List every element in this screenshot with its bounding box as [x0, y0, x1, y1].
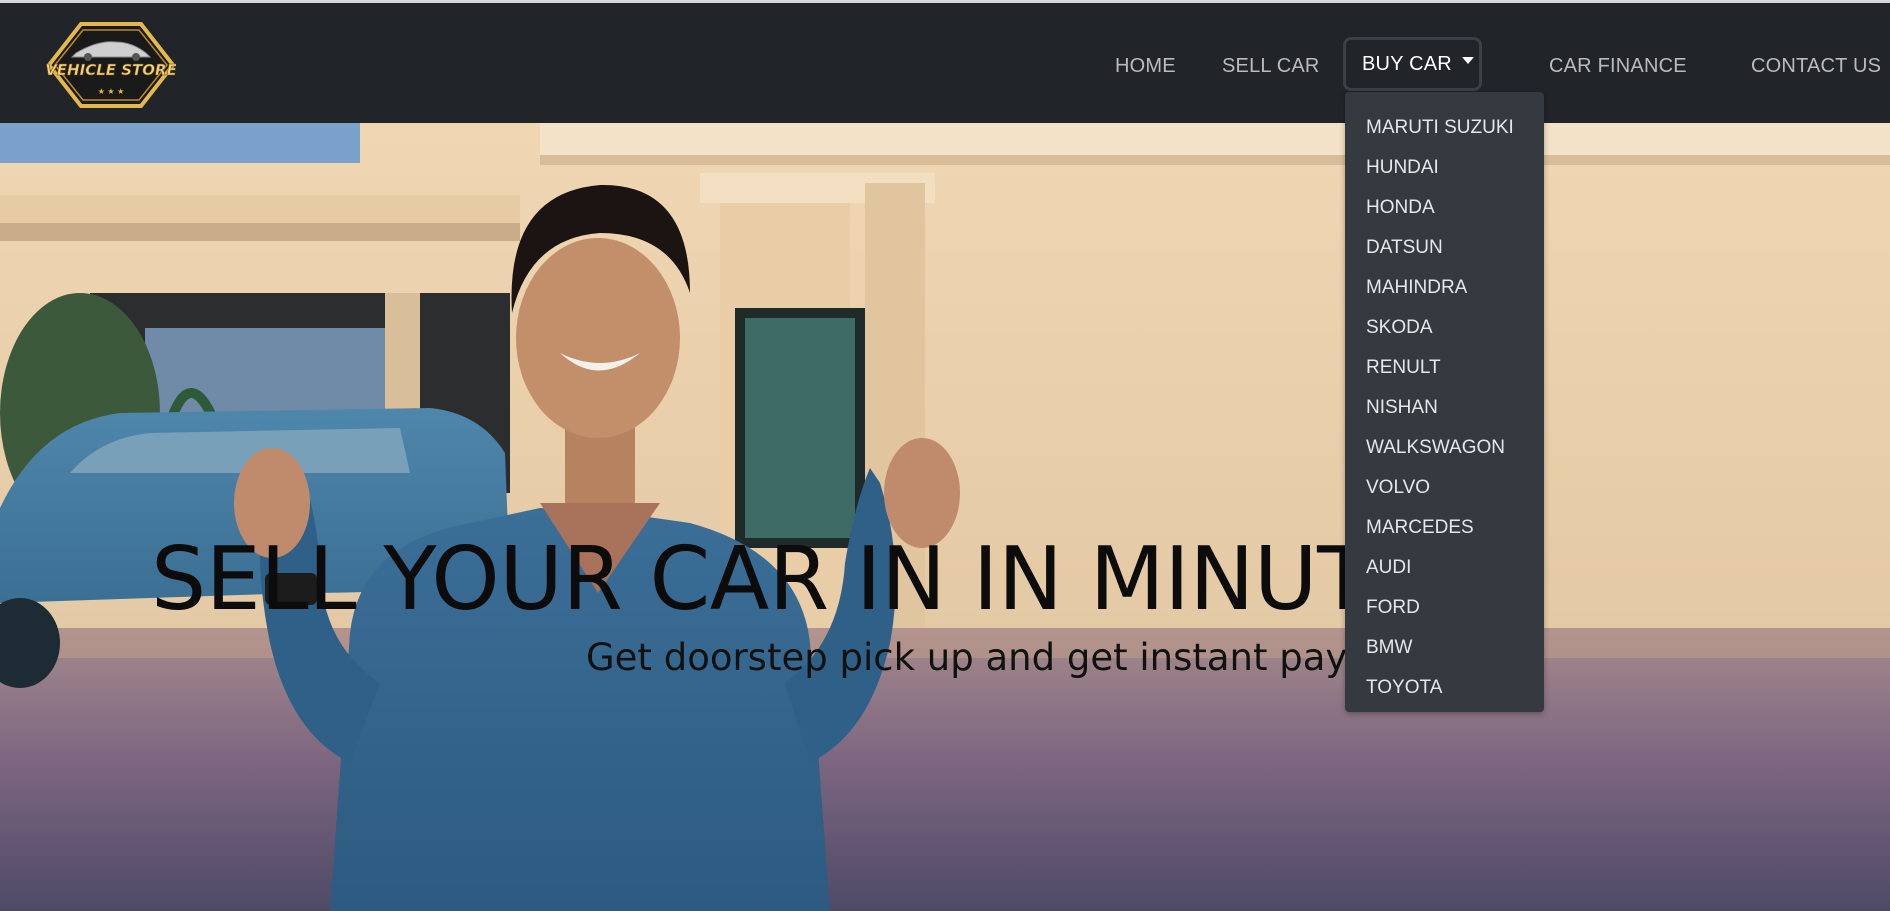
- buy-car-dropdown-menu: MARUTI SUZUKI HUNDAI HONDA DATSUN MAHIND…: [1345, 92, 1544, 712]
- hero-subtitle: Get doorstep pick up and get instant pay…: [586, 636, 1445, 679]
- dropdown-item-mahindra[interactable]: MAHINDRA: [1345, 268, 1544, 308]
- nav-home-link[interactable]: HOME: [1115, 51, 1176, 81]
- dropdown-item-bmw[interactable]: BMW: [1345, 628, 1544, 668]
- logo-text: VEHICLE STORE: [46, 61, 176, 79]
- dropdown-item-hundai[interactable]: HUNDAI: [1345, 148, 1544, 188]
- dropdown-item-nishan[interactable]: NISHAN: [1345, 388, 1544, 428]
- nav-buy-car-dropdown-toggle[interactable]: BUY CAR: [1343, 37, 1482, 91]
- caret-down-icon: [1461, 57, 1474, 65]
- dropdown-item-audi[interactable]: AUDI: [1345, 548, 1544, 588]
- nav-car-finance-link[interactable]: CAR FINANCE: [1549, 51, 1687, 81]
- dropdown-item-marcedes[interactable]: MARCEDES: [1345, 508, 1544, 548]
- dropdown-item-skoda[interactable]: SKODA: [1345, 308, 1544, 348]
- svg-text:★ ★ ★: ★ ★ ★: [98, 87, 125, 96]
- dropdown-item-volvo[interactable]: VOLVO: [1345, 468, 1544, 508]
- dropdown-item-walkswagon[interactable]: WALKSWAGON: [1345, 428, 1544, 468]
- nav-sell-car-link[interactable]: SELL CAR: [1222, 51, 1320, 81]
- nav-buy-car-label: BUY CAR: [1362, 53, 1452, 75]
- hero-background-image: [0, 123, 1890, 911]
- dropdown-item-renult[interactable]: RENULT: [1345, 348, 1544, 388]
- hero-banner: SELL YOUR CAR IN IN MINUTES Get doorstep…: [0, 123, 1890, 911]
- dropdown-item-maruti-suzuki[interactable]: MARUTI SUZUKI: [1345, 108, 1544, 148]
- nav-contact-us-link[interactable]: CONTACT US: [1751, 51, 1881, 81]
- vehicle-store-logo[interactable]: VEHICLE STORE ★ ★ ★: [45, 20, 178, 110]
- dropdown-item-toyota[interactable]: TOYOTA: [1345, 668, 1544, 708]
- dropdown-item-datsun[interactable]: DATSUN: [1345, 228, 1544, 268]
- dropdown-item-ford[interactable]: FORD: [1345, 588, 1544, 628]
- dropdown-item-honda[interactable]: HONDA: [1345, 188, 1544, 228]
- navbar: VEHICLE STORE ★ ★ ★ HOME SELL CAR BUY CA…: [0, 3, 1890, 123]
